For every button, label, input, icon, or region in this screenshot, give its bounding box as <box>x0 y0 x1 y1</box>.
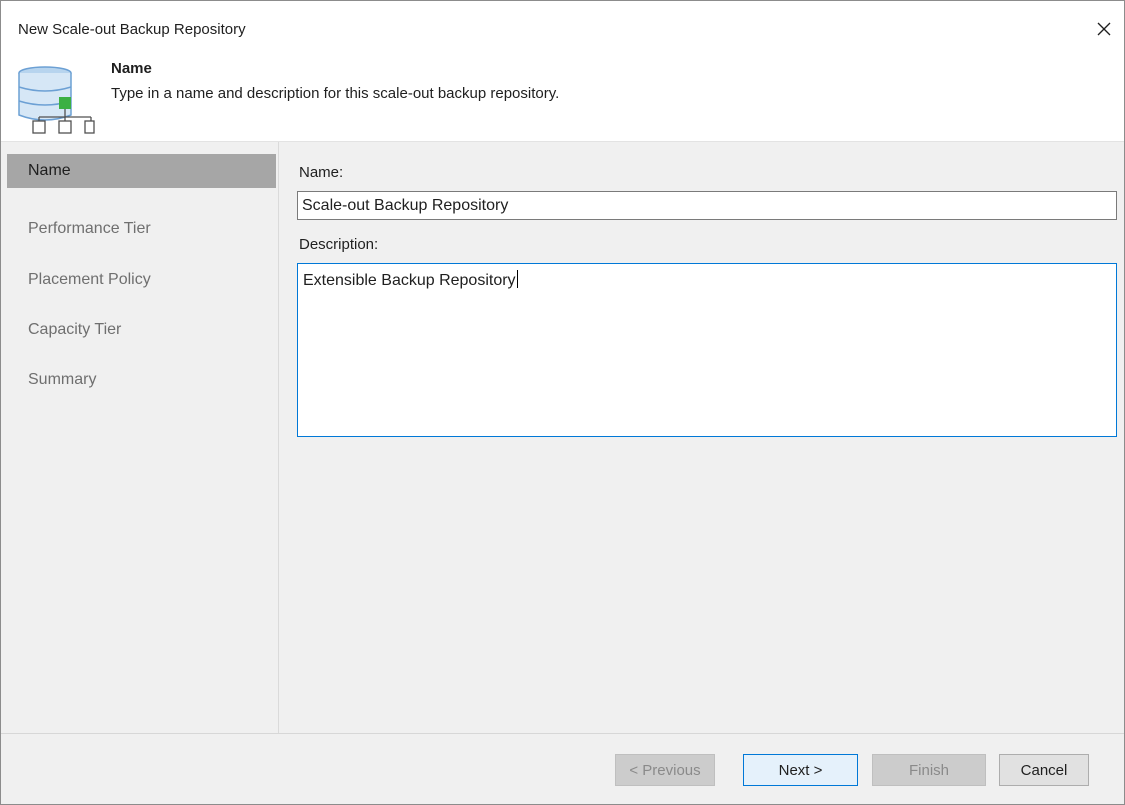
nav-step-performance-tier[interactable]: Performance Tier <box>7 212 276 246</box>
cancel-button[interactable]: Cancel <box>999 754 1089 786</box>
scale-out-repository-icon <box>18 66 95 134</box>
nav-step-label: Summary <box>28 371 97 388</box>
nav-step-label: Performance Tier <box>28 220 151 237</box>
name-form: Name: Description: Extensible Backup Rep… <box>279 142 1124 734</box>
nav-step-label: Placement Policy <box>28 271 151 288</box>
nav-step-placement-policy[interactable]: Placement Policy <box>7 263 276 297</box>
nav-step-capacity-tier[interactable]: Capacity Tier <box>7 313 276 347</box>
description-label: Description: <box>299 236 379 253</box>
name-label: Name: <box>299 164 344 181</box>
description-text: Extensible Backup Repository <box>303 272 516 289</box>
wizard-footer: < Previous Next > Finish Cancel <box>1 733 1124 804</box>
finish-button[interactable]: Finish <box>872 754 986 786</box>
close-button[interactable] <box>1090 15 1118 43</box>
previous-button[interactable]: < Previous <box>615 754 715 786</box>
wizard-header: Name Type in a name and description for … <box>1 47 1124 141</box>
name-input[interactable] <box>297 191 1117 220</box>
close-icon <box>1097 22 1111 36</box>
nav-step-label: Name <box>28 162 71 179</box>
nav-step-label: Capacity Tier <box>28 321 122 338</box>
text-caret <box>516 270 518 288</box>
window-title: New Scale-out Backup Repository <box>18 21 246 38</box>
wizard-body: Name Performance Tier Placement Policy C… <box>1 141 1124 734</box>
step-title: Name <box>111 60 152 77</box>
nav-step-name[interactable]: Name <box>7 154 276 188</box>
description-textarea[interactable]: Extensible Backup Repository <box>297 263 1117 437</box>
wizard-step-nav: Name Performance Tier Placement Policy C… <box>7 142 279 734</box>
nav-step-summary[interactable]: Summary <box>7 363 276 397</box>
wizard-window: New Scale-out Backup Repository Name Typ… <box>0 0 1125 805</box>
step-description: Type in a name and description for this … <box>111 85 560 102</box>
next-button[interactable]: Next > <box>743 754 858 786</box>
